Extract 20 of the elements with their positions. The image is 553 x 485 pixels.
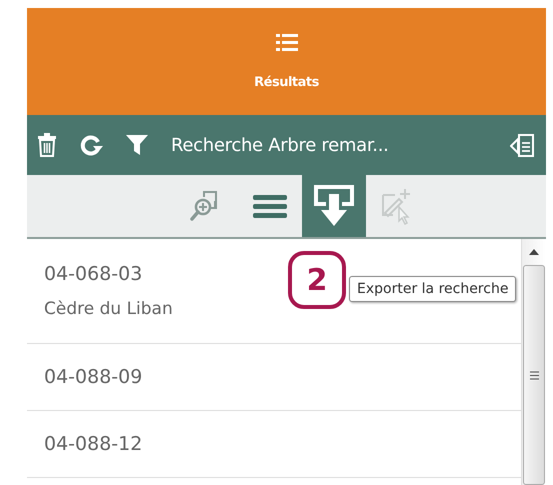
grip-icon — [530, 370, 538, 380]
search-title: Recherche Arbre remar... — [171, 134, 390, 156]
menu-icon — [252, 193, 286, 219]
list-icon — [276, 33, 298, 53]
scrollbar[interactable] — [521, 239, 546, 485]
result-code: 04-088-09 — [44, 366, 142, 388]
filter-icon[interactable] — [125, 134, 149, 156]
scroll-up-icon[interactable] — [529, 249, 539, 255]
tooltip: Exporter la recherche — [349, 276, 516, 302]
result-code: 04-088-12 — [44, 433, 142, 455]
result-name: Cèdre du Liban — [44, 299, 173, 319]
callout-number: 2 — [288, 251, 346, 309]
scroll-thumb[interactable] — [523, 265, 545, 485]
export-icon — [312, 184, 354, 228]
header-title: Résultats — [254, 75, 319, 90]
result-code: 04-068-03 — [44, 263, 142, 285]
export-tab[interactable] — [302, 175, 366, 237]
trash-icon[interactable] — [37, 133, 57, 157]
document-icon[interactable] — [510, 132, 536, 158]
refresh-icon[interactable] — [79, 133, 103, 157]
